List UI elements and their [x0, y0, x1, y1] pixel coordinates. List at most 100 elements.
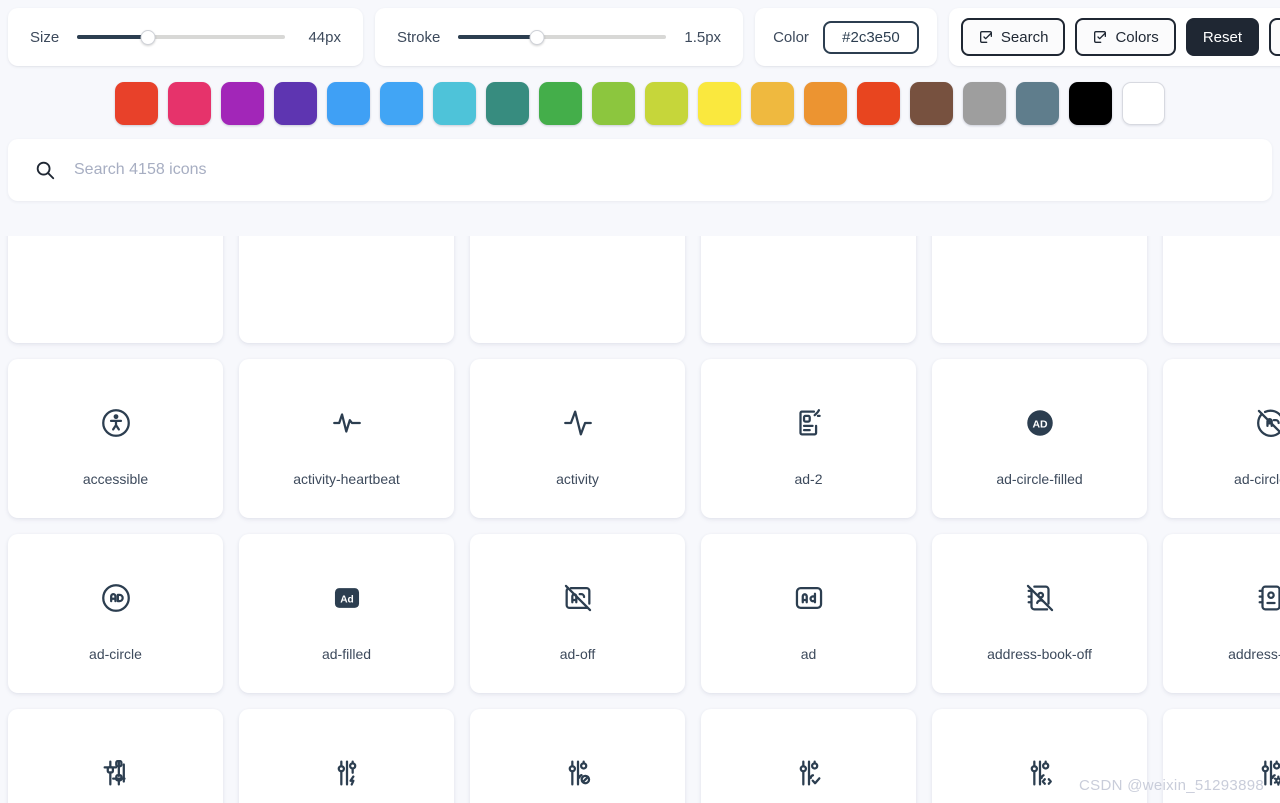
color-swatch-deep-purple[interactable]: [274, 82, 317, 125]
adjustments-cancel-icon: [561, 742, 595, 803]
adjustments-cog-icon: [1254, 742, 1280, 803]
color-swatch-teal[interactable]: [486, 82, 529, 125]
icon-card[interactable]: ad-off: [470, 534, 685, 693]
icon-grid-scroll-region[interactable]: accessible activity-heartbeat activity ad-2…: [0, 236, 1280, 803]
color-swatch-brown[interactable]: [910, 82, 953, 125]
icon-card-label: ad-2: [794, 470, 823, 487]
theme-toggle-button[interactable]: [1269, 18, 1280, 56]
color-swatch-amber[interactable]: [751, 82, 794, 125]
icon-browser-app: Size 44px Stroke 1.5px Color #2c3e50 Sea…: [0, 0, 1280, 803]
color-swatch-blue[interactable]: [327, 82, 370, 125]
search-input[interactable]: [74, 161, 1246, 179]
color-swatch-lime[interactable]: [645, 82, 688, 125]
icon-card-partial[interactable]: [701, 236, 916, 343]
adjustments-check-icon: [792, 742, 826, 803]
colors-button-label: Colors: [1115, 28, 1159, 46]
icon-card[interactable]: activity: [470, 359, 685, 518]
icon-card[interactable]: adjustments-cancel: [470, 709, 685, 803]
icon-card-label: ad-circle-off: [1234, 470, 1280, 487]
adjustments-code-icon: [1023, 742, 1057, 803]
icon-card[interactable]: address-book: [1163, 534, 1280, 693]
icon-card[interactable]: Ad ad-filled: [239, 534, 454, 693]
svg-text:AD: AD: [1032, 419, 1048, 430]
toolbar: Size 44px Stroke 1.5px Color #2c3e50 Sea…: [0, 0, 1280, 66]
size-value: 44px: [308, 28, 341, 46]
icon-search-bar[interactable]: [8, 139, 1272, 201]
reset-button[interactable]: Reset: [1185, 18, 1259, 56]
color-swatch-grey[interactable]: [963, 82, 1006, 125]
color-swatch-light-green[interactable]: [592, 82, 635, 125]
color-control-panel: Color #2c3e50: [755, 8, 937, 66]
color-swatch-black[interactable]: [1069, 82, 1112, 125]
icon-card[interactable]: accessible: [8, 359, 223, 518]
search-icon: [34, 159, 56, 181]
ad-circle-filled-icon: AD: [1023, 392, 1057, 454]
colors-button[interactable]: Colors: [1075, 18, 1176, 56]
icon-card[interactable]: ad-circle: [8, 534, 223, 693]
ad-2-icon: [792, 392, 826, 454]
icon-card-label: ad-circle-filled: [996, 470, 1083, 487]
size-slider[interactable]: [77, 28, 286, 46]
icon-card-label: address-book-off: [987, 645, 1092, 662]
accessible-icon: [99, 392, 133, 454]
icon-card[interactable]: address-book-off: [932, 534, 1147, 693]
adjustments-bolt-icon: [330, 742, 364, 803]
icon-card-partial[interactable]: [470, 236, 685, 343]
activity-heartbeat-icon: [330, 392, 364, 454]
ad-circle-icon: [99, 567, 133, 629]
stroke-control-panel: Stroke 1.5px: [375, 8, 744, 66]
icon-card-partial[interactable]: [932, 236, 1147, 343]
activity-icon: [561, 392, 595, 454]
stroke-slider-fill: [458, 35, 538, 39]
color-swatch-bar: [0, 66, 1280, 139]
color-swatch-light-blue[interactable]: [380, 82, 423, 125]
checkbox-checked-icon: [978, 29, 994, 45]
color-swatch-purple[interactable]: [221, 82, 264, 125]
icon-card[interactable]: AD ad-circle-filled: [932, 359, 1147, 518]
color-swatch-white[interactable]: [1122, 82, 1165, 125]
stroke-value: 1.5px: [684, 28, 722, 46]
icon-card[interactable]: activity-heartbeat: [239, 359, 454, 518]
icon-card-partial[interactable]: [239, 236, 454, 343]
icon-card-partial[interactable]: [8, 236, 223, 343]
icon-card-label: activity-heartbeat: [293, 470, 400, 487]
address-book-off-icon: [1023, 567, 1057, 629]
color-swatch-red[interactable]: [115, 82, 158, 125]
search-button-label: Search: [1000, 28, 1049, 46]
color-swatch-yellow[interactable]: [698, 82, 741, 125]
color-swatch-green[interactable]: [539, 82, 582, 125]
icon-card[interactable]: ad-circle-off: [1163, 359, 1280, 518]
icon-card-label: ad-circle: [89, 645, 142, 662]
icon-card-partial[interactable]: [1163, 236, 1280, 343]
svg-text:Ad: Ad: [340, 594, 354, 605]
color-swatch-deep-orange[interactable]: [857, 82, 900, 125]
stroke-slider[interactable]: [458, 28, 667, 46]
search-button[interactable]: Search: [960, 18, 1066, 56]
stroke-label: Stroke: [397, 28, 441, 46]
color-swatch-blue-grey[interactable]: [1016, 82, 1059, 125]
icon-grid: accessible activity-heartbeat activity ad-2…: [0, 236, 1280, 803]
color-value-field[interactable]: #2c3e50: [822, 20, 919, 54]
color-swatch-cyan[interactable]: [433, 82, 476, 125]
reset-button-label: Reset: [1202, 28, 1242, 46]
stroke-slider-thumb[interactable]: [529, 29, 545, 45]
icon-card[interactable]: ad-2: [701, 359, 916, 518]
checkbox-checked-icon: [1092, 29, 1108, 45]
adjustments-alt-icon: [99, 742, 133, 803]
size-control-panel: Size 44px: [8, 8, 363, 66]
icon-card[interactable]: adjustments-check: [701, 709, 916, 803]
icon-card[interactable]: adjustments-cog: [1163, 709, 1280, 803]
color-swatch-pink[interactable]: [168, 82, 211, 125]
icon-card[interactable]: adjustments-code: [932, 709, 1147, 803]
size-slider-thumb[interactable]: [140, 29, 156, 45]
ad-filled-icon: Ad: [330, 567, 364, 629]
actions-panel: Search Colors Reset: [948, 8, 1280, 66]
icon-card[interactable]: adjustments-bolt: [239, 709, 454, 803]
icon-card[interactable]: ad: [701, 534, 916, 693]
color-swatch-orange[interactable]: [804, 82, 847, 125]
icon-card-label: ad-filled: [321, 645, 372, 662]
icon-card-label: address-book: [1228, 645, 1280, 662]
icon-card[interactable]: adjustments-alt: [8, 709, 223, 803]
address-book-icon: [1254, 567, 1280, 629]
icon-card-label: ad-off: [559, 645, 596, 662]
